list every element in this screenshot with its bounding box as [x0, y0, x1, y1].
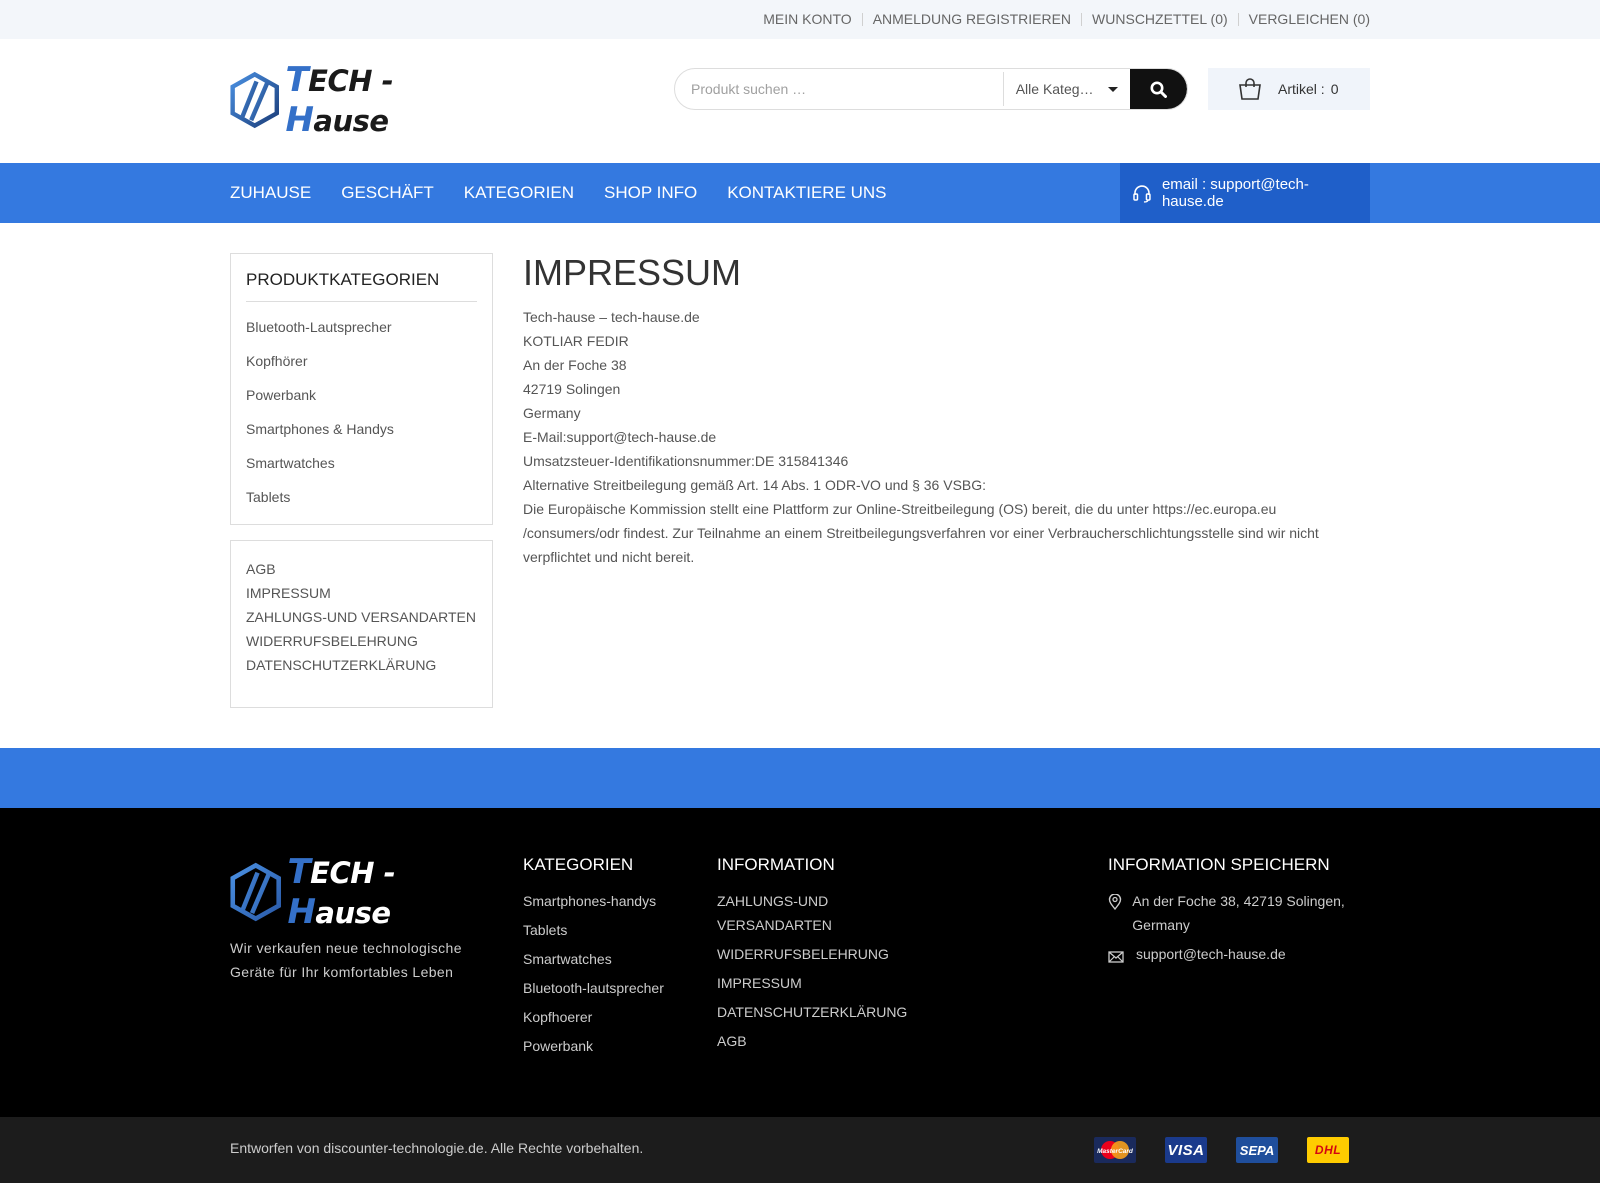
footer-description: Wir verkaufen neue technologische Geräte… [230, 940, 462, 980]
logo-part2: ause [315, 896, 391, 930]
content-line: Tech-hause – tech-hause.de [523, 309, 700, 325]
footer-address: An der Foche 38, 42719 Solingen, Germany [1108, 889, 1370, 937]
logo-part1: ECH - [308, 64, 394, 98]
logo-part1: ECH - [310, 856, 396, 890]
mastercard-icon: MasterCard [1094, 1137, 1136, 1163]
page-title: IMPRESSUM [523, 252, 742, 293]
search-button[interactable] [1130, 69, 1187, 109]
dhl-icon: DHL [1307, 1137, 1349, 1163]
content-line: KOTLIAR FEDIR [523, 333, 629, 349]
logo-part2: ause [313, 104, 389, 138]
footer-logo[interactable]: TECH - Hause [230, 852, 490, 932]
wishlist-link[interactable]: WUNSCHZETTEL (0) [1081, 12, 1238, 26]
sidebar-item-bluetooth-speakers[interactable]: Bluetooth-Lautsprecher [246, 310, 477, 344]
sidebar-item-powerbank[interactable]: Powerbank [246, 378, 477, 412]
sidebar-item-shipping[interactable]: ZAHLUNGS-UND VERSANDARTEN [246, 605, 477, 629]
sidebar-item-headphones[interactable]: Kopfhörer [246, 344, 477, 378]
sidebar-item-withdrawal[interactable]: WIDERRUFSBELEHRUNG [246, 629, 477, 653]
sidebar-item-smartwatches[interactable]: Smartwatches [246, 446, 477, 480]
content-line: 42719 Solingen [523, 381, 621, 397]
sidebar-item-privacy[interactable]: DATENSCHUTZERKLÄRUNG [246, 653, 477, 677]
footer-link[interactable]: Tablets [523, 918, 664, 942]
footer-link[interactable]: DATENSCHUTZERKLÄRUNG [717, 1000, 907, 1024]
footer-categories-title: KATEGORIEN [523, 855, 634, 874]
logo-letter-h: H [285, 100, 314, 140]
sidebar-item-smartphones[interactable]: Smartphones & Handys [246, 412, 477, 446]
footer-information-title: INFORMATION [717, 855, 835, 874]
payment-methods: MasterCard VISA SEPA DHL [1094, 1137, 1349, 1163]
support-email: email : support@tech-hause.de [1161, 176, 1309, 210]
search-input[interactable] [675, 69, 1003, 109]
footer-information: INFORMATION ZAHLUNGS-UND VERSANDARTEN WI… [717, 855, 907, 1058]
footer-link[interactable]: IMPRESSUM [717, 971, 907, 995]
content-line: Germany [523, 405, 581, 421]
top-bar: MEIN KONTO ANMELDUNG REGISTRIEREN WUNSCH… [0, 0, 1600, 39]
footer-categories: KATEGORIEN Smartphones-handys Tablets Sm… [523, 855, 664, 1063]
footer-link[interactable]: Kopfhoerer [523, 1005, 664, 1029]
sepa-icon: SEPA [1236, 1137, 1278, 1163]
footer-email[interactable]: support@tech-hause.de [1108, 942, 1370, 970]
content-line: Umsatzsteuer-Identifikationsnummer:DE 31… [523, 453, 849, 469]
nav-item-shop-info[interactable]: SHOP INFO [604, 183, 697, 203]
site-logo[interactable]: TECH - Hause [230, 60, 480, 140]
cart-button[interactable]: Artikel : 0 [1208, 68, 1370, 110]
nav-item-contact[interactable]: KONTAKTIERE UNS [727, 183, 886, 203]
footer-link[interactable]: AGB [717, 1029, 907, 1053]
mastercard-label: MasterCard [1097, 1148, 1134, 1155]
content-paragraph: Die Europäische Kommission stellt eine P… [523, 501, 1319, 565]
footer-logo-text: TECH - Hause [287, 852, 490, 932]
sidebar-item-tablets[interactable]: Tablets [246, 480, 477, 514]
sidebar-item-impressum[interactable]: IMPRESSUM [246, 581, 477, 605]
footer-store-title: INFORMATION SPEICHERN [1108, 855, 1330, 874]
login-register-link[interactable]: ANMELDUNG REGISTRIEREN [861, 12, 1081, 26]
footer-link[interactable]: Bluetooth-lautsprecher [523, 976, 664, 1000]
main-content: IMPRESSUM Tech-hause – tech-hause.de KOT… [523, 253, 1363, 569]
search-bar: Alle Kateg… [674, 68, 1188, 110]
footer-link[interactable]: ZAHLUNGS-UND VERSANDARTEN [717, 889, 907, 937]
nav-item-shop[interactable]: GESCHÄFT [341, 183, 434, 203]
chevron-down-icon [1108, 87, 1119, 92]
shopping-bag-icon [1239, 78, 1261, 100]
cart-count: 0 [1330, 81, 1339, 97]
logo-letter-t: T [285, 60, 309, 100]
footer-link[interactable]: Smartwatches [523, 947, 664, 971]
visa-icon: VISA [1165, 1137, 1207, 1163]
footer-link[interactable]: Smartphones-handys [523, 889, 664, 913]
category-select[interactable]: Alle Kateg… [1002, 72, 1131, 106]
search-icon [1150, 81, 1168, 98]
nav-item-home[interactable]: ZUHAUSE [230, 183, 311, 203]
newsletter-band [0, 748, 1600, 808]
content-line: An der Foche 38 [523, 357, 627, 373]
logo-icon [230, 862, 281, 922]
footer-address-text: An der Foche 38, 42719 Solingen, Germany [1132, 893, 1345, 933]
copyright-text: Entworfen von discounter-technologie.de.… [230, 1140, 644, 1156]
widget-title: PRODUKTKATEGORIEN [246, 254, 477, 302]
cart-label: Artikel : [1278, 81, 1325, 97]
envelope-icon [1108, 951, 1124, 963]
logo-text: TECH - Hause [285, 60, 480, 140]
content-line: E-Mail:support@tech-hause.de [523, 429, 717, 445]
headset-icon [1133, 185, 1151, 203]
footer-store-info: INFORMATION SPEICHERN An der Foche 38, 4… [1108, 855, 1370, 975]
footer-email-text: support@tech-hause.de [1136, 946, 1286, 962]
my-account-link[interactable]: MEIN KONTO [753, 12, 861, 26]
category-select-value: Alle Kateg… [1015, 81, 1094, 97]
pages-widget: AGB IMPRESSUM ZAHLUNGS-UND VERSANDARTEN … [230, 540, 493, 708]
product-categories-widget: PRODUKTKATEGORIEN Bluetooth-Lautsprecher… [230, 253, 493, 525]
map-pin-icon [1108, 893, 1122, 911]
footer-link[interactable]: WIDERRUFSBELEHRUNG [717, 942, 907, 966]
sidebar-item-agb[interactable]: AGB [246, 557, 477, 581]
account-links: MEIN KONTO ANMELDUNG REGISTRIEREN WUNSCH… [753, 0, 1370, 39]
compare-link[interactable]: VERGLEICHEN (0) [1237, 12, 1370, 26]
nav-item-categories[interactable]: KATEGORIEN [464, 183, 574, 203]
main-nav: ZUHAUSE GESCHÄFT KATEGORIEN SHOP INFO KO… [0, 163, 1600, 223]
logo-icon [230, 71, 279, 129]
logo-letter-t: T [287, 852, 311, 892]
logo-letter-h: H [287, 892, 316, 932]
content-line: Alternative Streitbeilegung gemäß Art. 1… [523, 477, 987, 493]
footer-link[interactable]: Powerbank [523, 1034, 664, 1058]
support-email-box[interactable]: email : support@tech-hause.de [1120, 163, 1370, 223]
